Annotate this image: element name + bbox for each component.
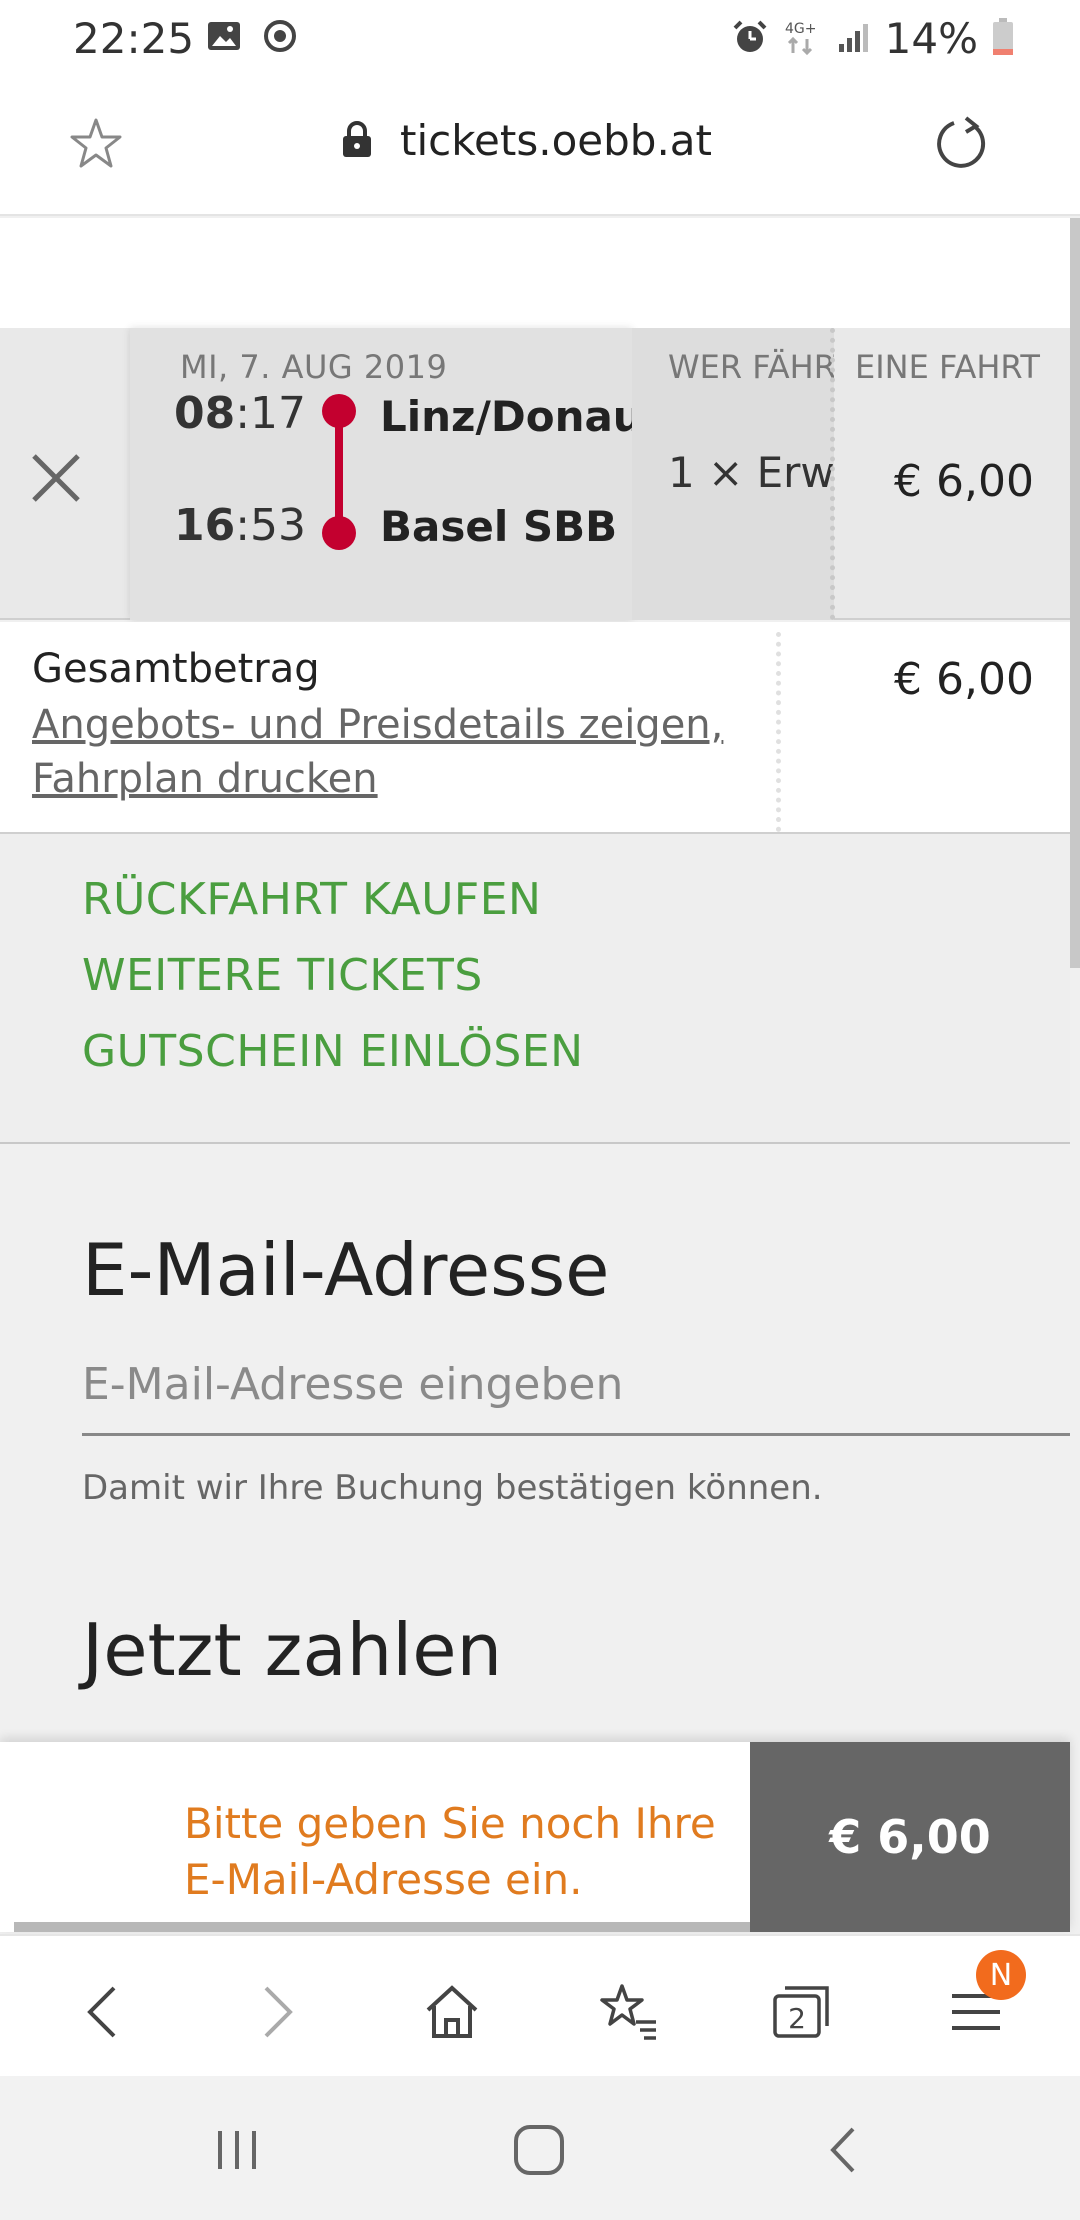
arrival-station: Basel SBB <box>380 502 618 551</box>
network-4g-icon: 4G+ <box>783 17 823 61</box>
tabs-icon[interactable]: 2 <box>762 1972 842 2052</box>
svg-text:4G+: 4G+ <box>785 21 817 37</box>
home-button-icon[interactable] <box>504 2120 574 2180</box>
email-hint: Damit wir Ihre Buchung bestätigen können… <box>82 1468 823 1508</box>
departure-time: 08:17 <box>174 388 307 439</box>
signal-icon <box>837 20 871 58</box>
payment-section-title: Jetzt zahlen <box>82 1608 503 1692</box>
browser-toolbar: 2 N <box>0 1934 1080 2076</box>
footer-progress-bar <box>14 1922 750 1932</box>
web-page[interactable]: MI, 7. AUG 2019 08:17 16:53 Linz/Donau B… <box>0 218 1070 1738</box>
total-section: Gesamtbetrag Angebots- und Preisdetails … <box>0 622 1070 834</box>
battery-percent: 14% <box>884 14 978 63</box>
close-icon[interactable] <box>28 450 84 510</box>
forward-icon[interactable] <box>238 1972 318 2052</box>
journey-card[interactable]: MI, 7. AUG 2019 08:17 16:53 Linz/Donau B… <box>130 328 643 620</box>
total-label: Gesamtbetrag <box>32 646 320 692</box>
email-input[interactable] <box>82 1336 1070 1436</box>
url-text: tickets.oebb.at <box>400 116 713 165</box>
url-display[interactable]: tickets.oebb.at <box>340 116 712 165</box>
system-nav-bar <box>0 2076 1080 2220</box>
redeem-voucher-link[interactable]: GUTSCHEIN EINLÖSEN <box>82 1026 584 1077</box>
ride-price: € 6,00 <box>894 456 1034 507</box>
passenger-header: WER FÄHRT <box>668 348 834 386</box>
passenger-card[interactable]: WER FÄHRT 1 × Erwachsener <box>632 328 834 620</box>
sync-icon <box>262 18 298 58</box>
total-perforation <box>776 632 781 832</box>
battery-icon <box>992 17 1014 60</box>
total-value: € 6,00 <box>894 654 1034 705</box>
arrival-dot <box>322 516 356 550</box>
svg-text:2: 2 <box>788 2002 806 2035</box>
bookmark-star-icon[interactable] <box>68 116 124 176</box>
recent-apps-icon[interactable] <box>202 2120 272 2180</box>
pay-button[interactable]: € 6,00 <box>750 1742 1070 1932</box>
gallery-icon <box>206 18 242 58</box>
action-links: RÜCKFAHRT KAUFEN WEITERE TICKETS GUTSCHE… <box>0 834 1070 1144</box>
system-back-icon[interactable] <box>808 2120 878 2180</box>
home-icon[interactable] <box>412 1972 492 2052</box>
passenger-value: 1 × Erwachsener <box>668 448 834 497</box>
checkout-footer: Bitte geben Sie noch Ihre E-Mail-Adresse… <box>0 1742 1070 1932</box>
status-time: 22:25 <box>73 14 195 63</box>
browser-url-bar: tickets.oebb.at <box>0 76 1080 216</box>
ticket-perforation <box>830 328 838 620</box>
email-section-title: E-Mail-Adresse <box>82 1228 610 1312</box>
ride-type-header: EINE FAHRT <box>855 348 1040 386</box>
page-header-space <box>0 218 1070 328</box>
reload-icon[interactable] <box>930 114 990 178</box>
status-bar: 22:25 4G+ 14% <box>0 0 1080 76</box>
back-icon[interactable] <box>62 1972 142 2052</box>
page-scrollbar[interactable] <box>1070 218 1080 968</box>
menu-notification-badge: N <box>976 1950 1026 2000</box>
price-details-link[interactable]: Angebots- und Preisdetails zeigen, Fahrp… <box>32 698 732 806</box>
arrival-time: 16:53 <box>174 500 307 551</box>
ticket-summary: MI, 7. AUG 2019 08:17 16:53 Linz/Donau B… <box>0 328 1070 620</box>
alarm-icon <box>731 18 769 60</box>
email-required-message: Bitte geben Sie noch Ihre E-Mail-Adresse… <box>184 1799 716 1904</box>
return-trip-link[interactable]: RÜCKFAHRT KAUFEN <box>82 874 541 925</box>
departure-dot <box>322 394 356 428</box>
bookmarks-icon[interactable] <box>588 1972 668 2052</box>
departure-station: Linz/Donau <box>380 392 643 441</box>
lock-icon <box>340 119 374 163</box>
more-tickets-link[interactable]: WEITERE TICKETS <box>82 950 483 1001</box>
travel-date: MI, 7. AUG 2019 <box>180 348 448 386</box>
